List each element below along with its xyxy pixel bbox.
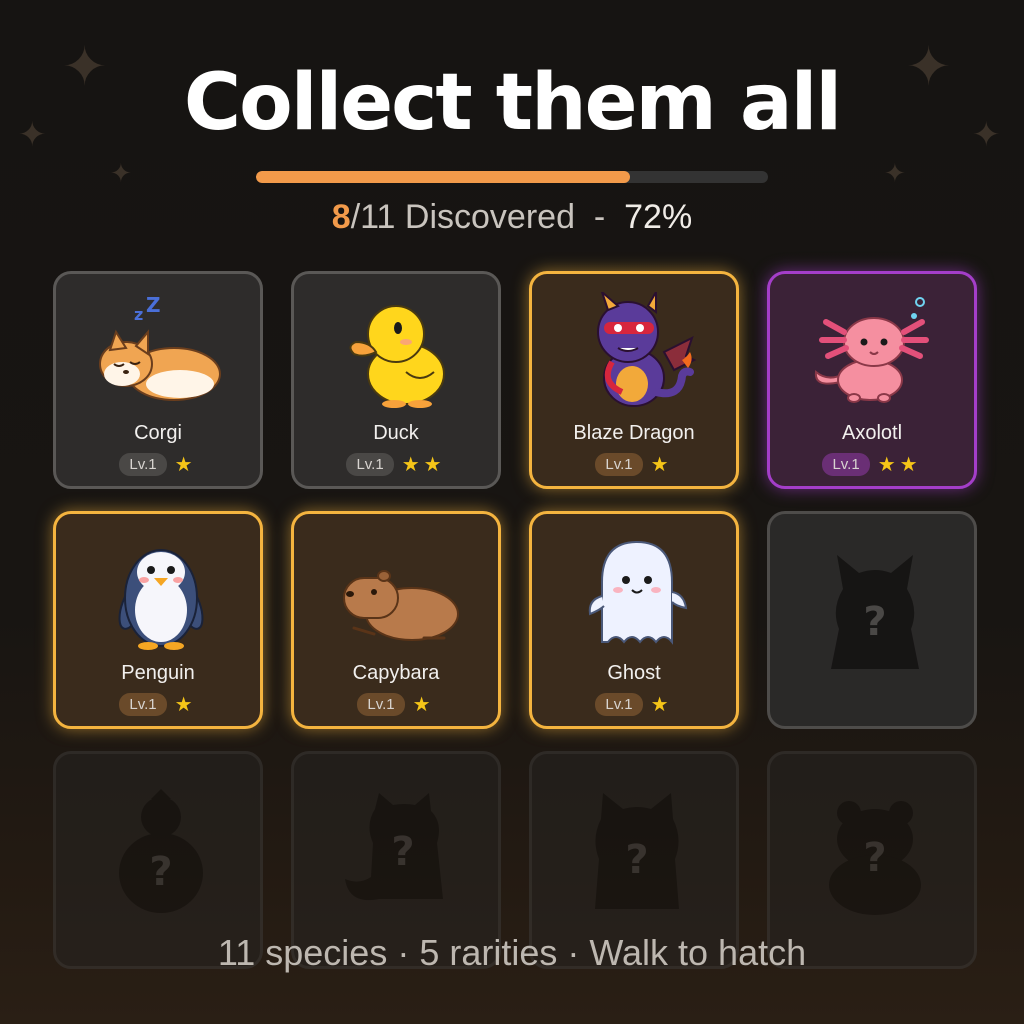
pet-name: Duck [373,422,419,444]
pet-meta: Lv.1 ★ [56,692,260,717]
svg-text:Z: Z [146,293,161,317]
locked-silhouette-icon: ? [119,789,203,913]
pet-meta: Lv.1 ★ [532,692,736,717]
level-badge: Lv.1 [119,693,167,716]
pet-card-blaze-dragon[interactable]: Blaze Dragon Lv.1 ★ [529,271,739,489]
pet-meta: Lv.1 ★ [294,692,498,717]
discovered-count: 8 [331,198,351,236]
pet-name: Capybara [352,662,440,684]
svg-text:z: z [134,305,143,324]
progress-label: 8/11 Discovered - 72% [0,198,1024,237]
pet-name: Penguin [121,662,195,684]
level-badge: Lv.1 [346,453,394,476]
locked-question-mark: ? [391,829,414,875]
pet-card-corgi[interactable]: z Z Corgi Lv.1 ★ [53,271,263,489]
locked-silhouette-icon: ? [345,793,443,901]
locked-question-mark: ? [625,837,648,883]
locked-pet-card[interactable]: ? [767,511,977,729]
pet-card-ghost[interactable]: Ghost Lv.1 ★ [529,511,739,729]
level-badge: Lv.1 [119,453,167,476]
pet-meta: Lv.1 ★ [56,452,260,477]
corgi-icon: z Z [99,293,221,401]
separator: - [593,198,606,236]
progress-fill [256,171,630,183]
level-badge: Lv.1 [822,453,870,476]
pet-card-axolotl[interactable]: Axolotl Lv.1 ★★ [767,271,977,489]
pet-name: Ghost [607,662,661,684]
ghost-icon [588,540,688,645]
axolotl-icon [814,297,929,403]
locked-silhouette-icon: ? [831,555,919,669]
rarity-stars: ★ [650,454,673,476]
rarity-stars: ★ [412,694,435,716]
rarity-stars: ★ [174,694,197,716]
locked-question-mark: ? [863,599,886,645]
pet-name: Blaze Dragon [573,422,695,444]
duck-icon [349,305,445,408]
collection-grid: z Z Corgi Lv.1 ★ Duck Lv.1 ★★ Blaze Drag… [53,271,977,969]
level-badge: Lv.1 [595,693,643,716]
pet-meta: Lv.1 ★ [532,452,736,477]
locked-question-mark: ? [863,835,886,881]
rarity-stars: ★ [650,694,673,716]
discovered-percent: 72% [624,198,693,236]
discovered-total: /11 Discovered [350,198,575,236]
pet-card-duck[interactable]: Duck Lv.1 ★★ [291,271,501,489]
sparkle-icon: ✦ [884,158,906,188]
page-title: Collect them all [183,58,842,148]
rarity-stars: ★★ [401,454,446,476]
level-badge: Lv.1 [595,453,643,476]
capybara-icon [343,570,459,641]
pet-name: Axolotl [841,422,903,444]
locked-question-mark: ? [149,849,172,895]
pet-meta: Lv.1 ★★ [294,452,498,477]
dragon-icon [597,292,697,407]
rarity-stars: ★★ [877,454,922,476]
pet-card-penguin[interactable]: Penguin Lv.1 ★ [53,511,263,729]
pet-meta: Lv.1 ★★ [770,452,974,477]
sparkle-icon: ✦ [110,158,132,188]
locked-silhouette-icon: ? [595,793,679,909]
pet-card-capybara[interactable]: Capybara Lv.1 ★ [291,511,501,729]
progress-bar [256,171,768,183]
level-badge: Lv.1 [357,693,405,716]
penguin-icon [118,549,204,650]
locked-silhouette-icon: ? [829,801,921,915]
pet-name: Corgi [134,422,182,444]
rarity-stars: ★ [174,454,197,476]
footer-caption: 11 species · 5 rarities · Walk to hatch [217,932,807,973]
